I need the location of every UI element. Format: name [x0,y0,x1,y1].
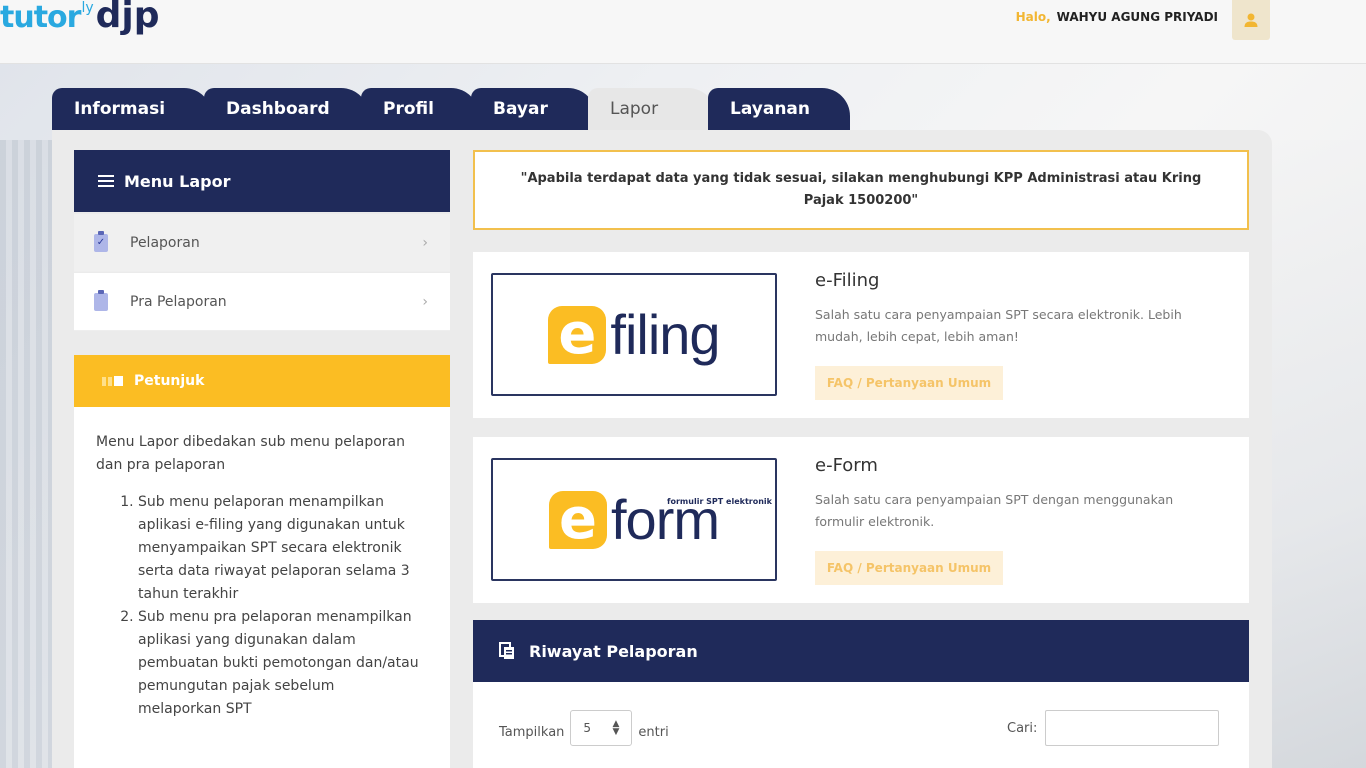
efiling-logo[interactable]: e filing [491,273,777,396]
username: WAHYU AGUNG PRIYADI [1056,10,1218,24]
efiling-description: Salah satu cara penyampaian SPT secara e… [815,307,1182,344]
entries-length-control: Tampilkan 5 ▲ ▼ entri [499,710,669,746]
eform-description: Salah satu cara penyampaian SPT dengan m… [815,492,1174,529]
petunjuk-body: Menu Lapor dibedakan sub menu pelaporan … [74,407,450,768]
eform-title: e-Form [815,455,878,476]
eform-faq-button[interactable]: FAQ / Pertanyaan Umum [815,551,1003,585]
petunjuk-list: Sub menu pelaporan menampilkan aplikasi … [96,491,422,721]
sidebar-item-label: Pra Pelaporan [130,293,227,310]
petunjuk-intro: Menu Lapor dibedakan sub menu pelaporan … [96,434,406,473]
petunjuk-header: Petunjuk [74,355,450,407]
sidebar-item-label: Pelaporan [130,234,200,251]
entries-label: entri [638,724,669,740]
menu-lapor-title: Menu Lapor [124,171,231,191]
eform-logo[interactable]: e form formulir SPT elektronik [491,458,777,581]
user-icon [1244,13,1258,27]
eform-logo-subtitle: formulir SPT elektronik [667,497,772,506]
tab-bayar[interactable]: Bayar [471,88,596,130]
top-bar: tutor ly djp Halo, WAHYU AGUNG PRIYADI [0,0,1366,64]
tab-layanan[interactable]: Layanan [708,88,850,130]
efiling-logo-word: filing [610,303,720,366]
book-icon [102,376,123,386]
tab-dashboard[interactable]: Dashboard [204,88,369,130]
efiling-faq-button[interactable]: FAQ / Pertanyaan Umum [815,366,1003,400]
tab-informasi[interactable]: Informasi [52,88,212,130]
search-label: Cari: [1007,720,1038,736]
logo-tutor: tutor [0,0,81,35]
menu-lapor-header: Menu Lapor [74,150,450,212]
eform-logo-e: e [549,490,607,549]
search-input[interactable] [1045,710,1220,746]
sidebar-item-pra-pelaporan[interactable]: Pra Pelaporan › [74,273,450,331]
main-tabs: Informasi Dashboard Profil Bayar Lapor L… [52,88,850,130]
notice-banner: "Apabila terdapat data yang tidak sesuai… [473,150,1249,230]
site-logo[interactable]: tutor ly djp [0,0,160,42]
clipboard-check-icon: ✓ [94,230,108,252]
tab-profil[interactable]: Profil [361,88,479,130]
petunjuk-title: Petunjuk [134,373,205,389]
logo-djp: djp [95,0,160,36]
user-greeting: Halo, WAHYU AGUNG PRIYADI [1016,10,1218,24]
show-label: Tampilkan [499,724,565,740]
entries-select[interactable]: 5 ▲ ▼ [570,710,633,746]
select-arrows-icon: ▲ ▼ [612,719,620,737]
chevron-right-icon: › [422,293,428,310]
efiling-title: e-Filing [815,270,880,291]
clipboard-icon [94,289,108,311]
sidebar-item-pelaporan[interactable]: ✓ Pelaporan › [74,214,450,272]
riwayat-header: Riwayat Pelaporan [473,620,1249,682]
user-menu-button[interactable] [1232,0,1270,40]
eform-card: e form formulir SPT elektronik e-Form Sa… [473,437,1249,603]
eform-logo-wrap: e form formulir SPT elektronik [549,487,772,552]
petunjuk-list-item: Sub menu pelaporan menampilkan aplikasi … [138,491,422,606]
logo-ly: ly [81,0,94,16]
chevron-right-icon: › [422,234,428,251]
greeting-halo: Halo, [1015,10,1051,24]
riwayat-body: Tampilkan 5 ▲ ▼ entri Cari: [473,682,1249,768]
entries-select-value: 5 [583,721,592,735]
efiling-card: e filing e-Filing Salah satu cara penyam… [473,252,1249,418]
document-copy-icon [499,642,514,659]
hamburger-icon [98,175,114,187]
riwayat-title: Riwayat Pelaporan [529,641,698,661]
search-control: Cari: [1007,710,1220,746]
petunjuk-list-item: Sub menu pra pelaporan menampilkan aplik… [138,606,422,721]
tab-lapor[interactable]: Lapor [588,88,716,130]
efiling-logo-e: e [548,305,607,364]
